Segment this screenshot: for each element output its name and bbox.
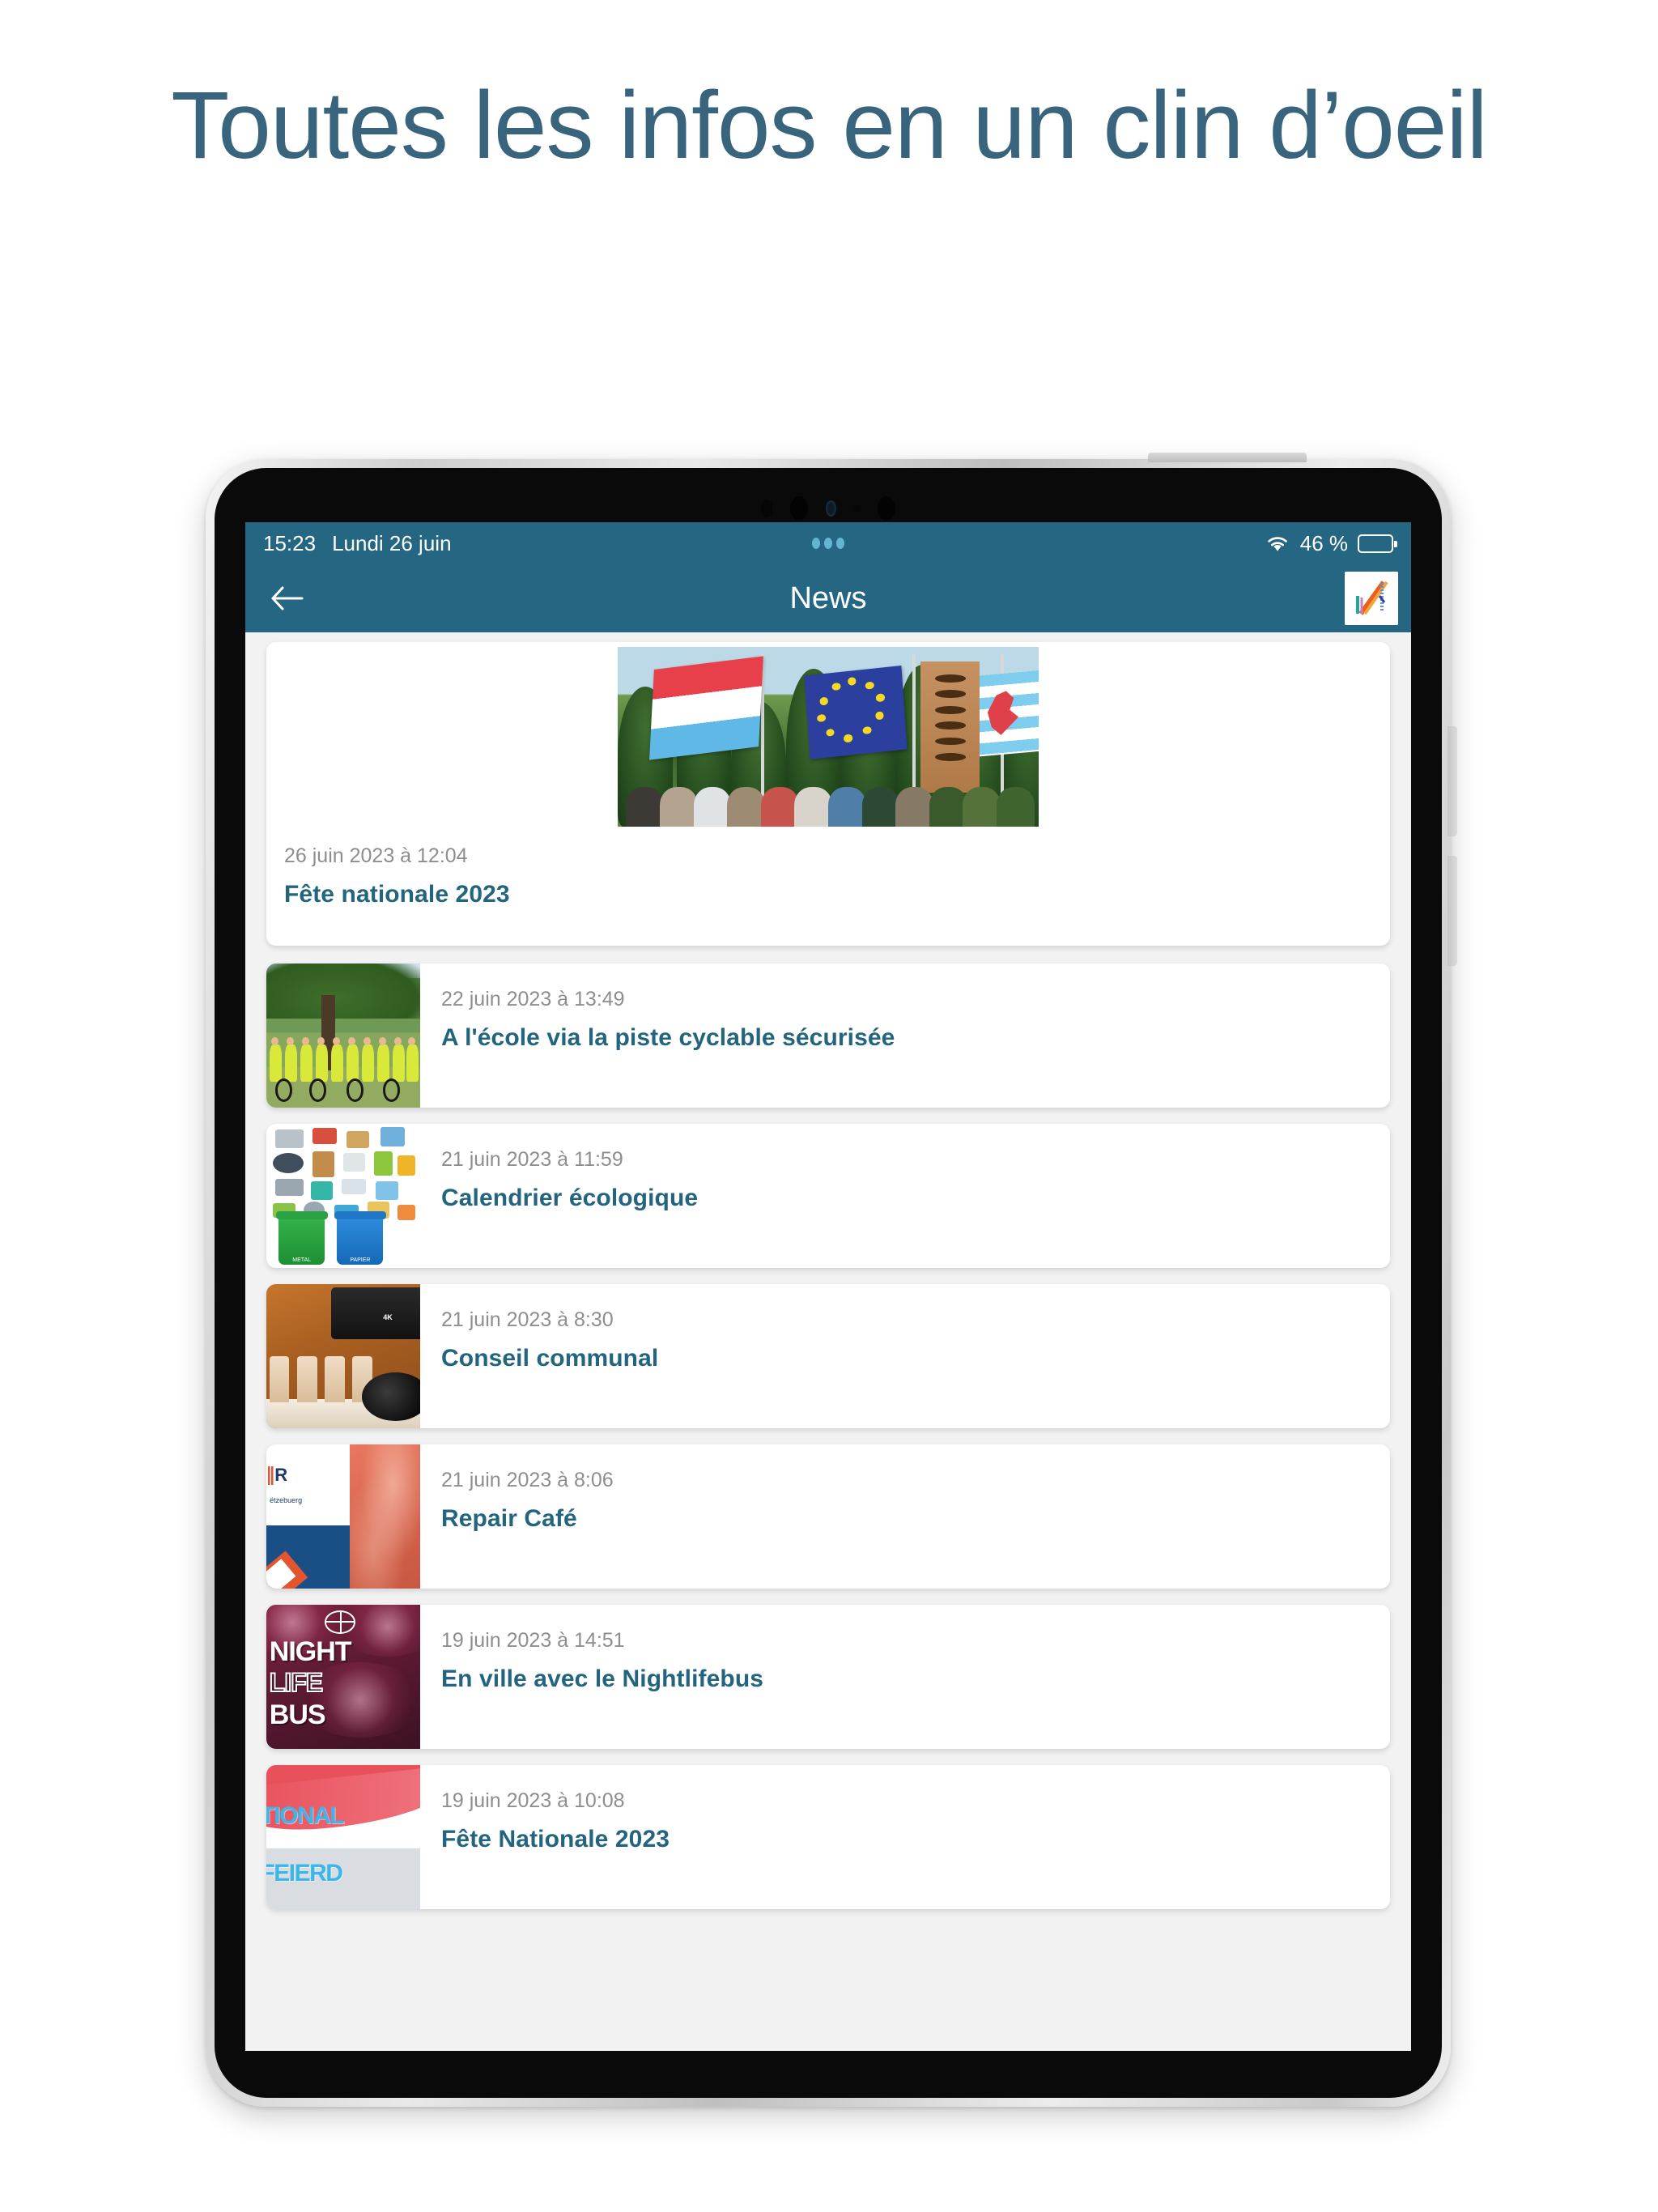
crowd (618, 787, 1039, 827)
status-bar-left: 15:23 Lundi 26 juin (263, 531, 452, 556)
status-bar-right: 46 % (1265, 530, 1397, 556)
news-card-featured[interactable]: 26 juin 2023 à 12:04 Fête nationale 2023 (266, 642, 1390, 946)
news-card[interactable]: NIGHT LIFE BUS 19 juin 2023 à 14:51 En v… (266, 1605, 1390, 1749)
news-card[interactable]: METAL PAPIER 21 juin 2023 à 11:59 Calend… (266, 1124, 1390, 1268)
nightlifebus-poster: NIGHT LIFE BUS (266, 1605, 420, 1749)
nightlifebus-illustration: NIGHT LIFE BUS (266, 1605, 420, 1749)
disco-globe-icon (325, 1610, 356, 1634)
paper-bin: PAPIER (334, 1210, 386, 1266)
poster-line: NIGHT (269, 1636, 352, 1668)
repair-subtitle: ëtzebuerg (270, 1496, 303, 1505)
news-date: 19 juin 2023 à 14:51 (441, 1629, 625, 1652)
dot-icon (824, 538, 832, 549)
camera-cluster (215, 495, 1442, 522)
news-title: A l'école via la piste cyclable sécurisé… (441, 1024, 895, 1051)
bin-label: METAL (292, 1257, 312, 1264)
status-time: 15:23 (263, 530, 317, 555)
news-card[interactable]: TIONAL FEIERD 19 juin 2023 à 10:08 Fête … (266, 1765, 1390, 1909)
news-title: Repair Café (441, 1505, 577, 1532)
repair-illustration: R ëtzebuerg (266, 1444, 420, 1589)
flags-illustration (618, 647, 1039, 827)
logo-n-icon (1345, 572, 1398, 625)
news-card-text: 21 juin 2023 à 11:59 Calendrier écologiq… (420, 1124, 1390, 1268)
camera-tag: 4K (383, 1312, 393, 1321)
bin-label: PAPIER (350, 1257, 371, 1264)
news-list[interactable]: 26 juin 2023 à 12:04 Fête nationale 2023 (245, 632, 1411, 2051)
poster-line: LIFE (269, 1667, 324, 1698)
council-illustration: 4K (266, 1284, 420, 1428)
featured-text: 26 juin 2023 à 12:04 Fête nationale 2023 (266, 827, 1390, 908)
microphone-icon (854, 504, 860, 513)
news-card[interactable]: 4K 21 juin 2023 à 8:30 Conseil communal (266, 1284, 1390, 1428)
sensor-icon (761, 500, 772, 517)
news-card-text: 19 juin 2023 à 14:51 En ville avec le Ni… (420, 1605, 1390, 1749)
recycling-illustration: METAL PAPIER (266, 1124, 420, 1268)
national-feierdag-poster: TIONAL FEIERD (266, 1765, 420, 1909)
news-date: 21 juin 2023 à 8:30 (441, 1308, 614, 1331)
battery-percent-label: 46 % (1299, 530, 1348, 555)
news-date: 22 juin 2023 à 13:49 (441, 988, 625, 1010)
app-logo-button[interactable] (1345, 572, 1398, 625)
back-arrow-icon (271, 586, 304, 610)
news-card-text: 22 juin 2023 à 13:49 A l'école via la pi… (420, 963, 1390, 1108)
national-illustration: TIONAL FEIERD (266, 1765, 420, 1909)
news-date: 19 juin 2023 à 10:08 (441, 1789, 625, 1812)
news-date: 26 juin 2023 à 12:04 (284, 844, 468, 867)
status-date: Lundi 26 juin (332, 530, 452, 555)
wifi-icon (1267, 537, 1287, 551)
battery-icon (1358, 534, 1397, 553)
news-title: Calendrier écologique (441, 1185, 699, 1211)
news-date: 21 juin 2023 à 11:59 (441, 1148, 623, 1171)
depth-camera-icon (878, 496, 895, 521)
poster-line: BUS (269, 1699, 326, 1731)
ambient-sensor-icon (826, 500, 836, 517)
navbar-title: News (789, 581, 867, 615)
front-camera-icon (790, 496, 808, 521)
news-card-text: 21 juin 2023 à 8:30 Conseil communal (420, 1284, 1390, 1428)
news-card[interactable]: R ëtzebuerg 21 juin 2023 à 8:06 Repair C… (266, 1444, 1390, 1589)
poster-line: TIONAL (266, 1802, 345, 1830)
news-title: Conseil communal (441, 1345, 659, 1372)
metal-bin: METAL (275, 1210, 328, 1266)
back-button[interactable] (258, 569, 317, 627)
dot-icon (812, 538, 820, 549)
news-title: Fête nationale 2023 (284, 881, 510, 908)
recycling-bins-illustration: METAL PAPIER (266, 1124, 420, 1268)
status-bar: 15:23 Lundi 26 juin 46 % (245, 522, 1411, 564)
power-button[interactable] (1148, 453, 1307, 462)
news-title: En ville avec le Nightlifebus (441, 1665, 764, 1692)
featured-media (266, 642, 1390, 827)
council-chamber-camera-photo: 4K (266, 1284, 420, 1428)
app-navbar: News (245, 564, 1411, 632)
news-date: 21 juin 2023 à 8:06 (441, 1469, 614, 1491)
volume-down-button[interactable] (1448, 856, 1457, 966)
cycling-illustration (266, 963, 420, 1108)
volume-up-button[interactable] (1448, 726, 1457, 836)
repair-cafe-poster: R ëtzebuerg (266, 1444, 420, 1589)
news-card-text: 21 juin 2023 à 8:06 Repair Café (420, 1444, 1390, 1589)
news-card-text: 19 juin 2023 à 10:08 Fête Nationale 2023 (420, 1765, 1390, 1909)
tablet-device: 15:23 Lundi 26 juin 46 % News 26 juin 20… (206, 453, 1457, 2107)
flags-ceremony-photo (618, 647, 1039, 827)
repair-logo-letter: R (274, 1464, 287, 1485)
news-card[interactable]: 22 juin 2023 à 13:49 A l'école via la pi… (266, 963, 1390, 1108)
page-title: Toutes les infos en un clin d’oeil (171, 72, 1488, 179)
dot-icon (836, 538, 844, 549)
school-cycling-group-photo (266, 963, 420, 1108)
poster-line: FEIERD (266, 1860, 343, 1887)
tablet-screen: 15:23 Lundi 26 juin 46 % News 26 juin 20… (245, 522, 1411, 2051)
news-title: Fête Nationale 2023 (441, 1826, 670, 1853)
